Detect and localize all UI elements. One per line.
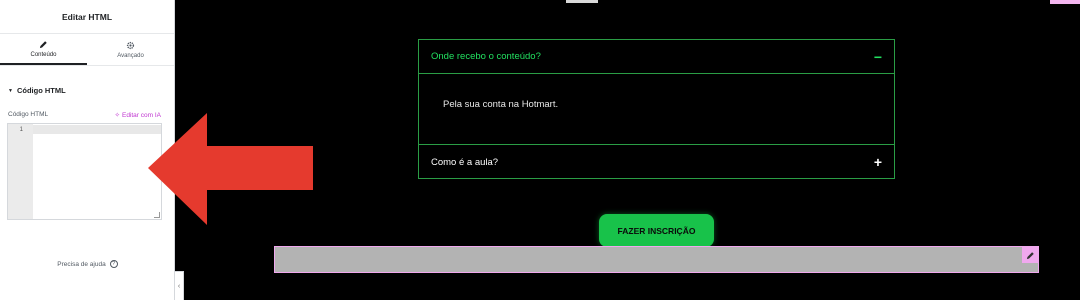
red-arrow-annotation bbox=[148, 113, 313, 225]
faq-item-2-header[interactable]: Como é a aula? + bbox=[419, 144, 894, 179]
gear-icon bbox=[126, 41, 135, 49]
tab-content[interactable]: Conteúdo bbox=[0, 34, 87, 65]
minus-icon: − bbox=[873, 48, 882, 65]
caret-down-icon: ▼ bbox=[8, 87, 13, 94]
pencil-icon bbox=[1026, 251, 1034, 259]
line-gutter: 1 bbox=[8, 124, 33, 219]
faq-item-1-header[interactable]: Onde recebo o conteúdo? − bbox=[419, 40, 894, 74]
edit-widget-button[interactable] bbox=[1022, 247, 1038, 263]
line-number: 1 bbox=[19, 127, 23, 133]
panel-title: Editar HTML bbox=[0, 0, 174, 34]
faq-item-1-question: Onde recebo o conteúdo? bbox=[431, 51, 541, 62]
section-title: Código HTML bbox=[16, 86, 66, 95]
help-link[interactable]: Precisa de ajuda ? bbox=[0, 260, 175, 268]
plus-icon: + bbox=[873, 154, 882, 170]
faq-item-2-question: Como é a aula? bbox=[431, 156, 499, 168]
pencil-icon bbox=[39, 40, 47, 48]
tab-advanced-label: Avançado bbox=[117, 52, 144, 59]
collapse-panel-button[interactable]: ‹ bbox=[175, 271, 184, 300]
panel-tabs: Conteúdo Avançado bbox=[0, 34, 174, 66]
html-widget-placeholder[interactable] bbox=[274, 246, 1039, 273]
html-code-editor[interactable]: 1 bbox=[7, 123, 162, 220]
section-toggle[interactable]: ▼ Código HTML bbox=[8, 86, 66, 95]
tab-content-label: Conteúdo bbox=[30, 51, 57, 58]
html-field-label: Código HTML bbox=[8, 111, 49, 118]
help-label: Precisa de ajuda bbox=[57, 260, 106, 268]
faq-accordion: Onde recebo o conteúdo? − Pela sua conta… bbox=[418, 39, 895, 179]
top-divider bbox=[566, 0, 598, 3]
tab-advanced[interactable]: Avançado bbox=[87, 34, 174, 65]
signup-button[interactable]: FAZER INSCRIÇÃO bbox=[599, 214, 714, 247]
sparkle-icon: ✧ bbox=[114, 112, 120, 119]
top-edit-handle[interactable] bbox=[1050, 0, 1080, 4]
active-code-line[interactable] bbox=[33, 125, 161, 134]
question-icon: ? bbox=[109, 260, 118, 268]
faq-item-1-answer: Pela sua conta na Hotmart. bbox=[443, 99, 559, 110]
